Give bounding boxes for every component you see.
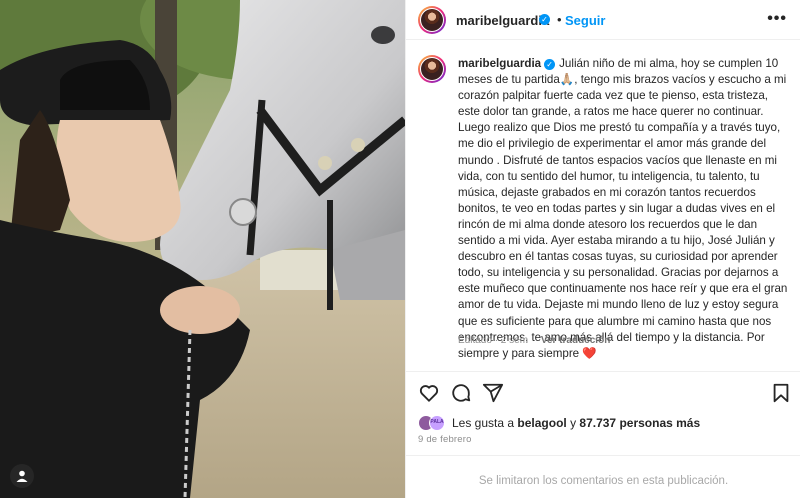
edited-timestamp: Editado · 2 sem: [458, 335, 529, 346]
caption-username[interactable]: maribelguardia: [458, 57, 541, 70]
photo-illustration: [0, 0, 405, 498]
post-caption: maribelguardia ✓ Julián niño de mi alma, h…: [458, 56, 793, 361]
liker-avatar: PALA: [429, 415, 445, 431]
user-tag-icon: [16, 470, 28, 482]
liker-username[interactable]: belagool: [517, 416, 566, 430]
likes-count[interactable]: 87.737 personas más: [579, 416, 700, 430]
heart-icon[interactable]: [418, 382, 440, 404]
see-translation-link[interactable]: Ver traducción: [541, 335, 610, 346]
user-tag-button[interactable]: [10, 464, 34, 488]
follow-button[interactable]: Seguir: [565, 13, 605, 28]
comment-icon[interactable]: [450, 382, 472, 404]
comments-limited-notice: Se limitaron los comentarios en esta pub…: [478, 475, 729, 487]
liker-avatars: PALA: [418, 415, 448, 431]
caption-text: Julián niño de mi alma, hoy se cumplen 1…: [458, 57, 788, 360]
more-options-icon[interactable]: •••: [767, 10, 787, 28]
post-photo[interactable]: [0, 0, 405, 498]
comments-area[interactable]: maribelguardia ✓ Julián niño de mi alma, h…: [406, 41, 800, 361]
post-header: maribelguardia ✓ • Seguir •••: [406, 0, 800, 40]
verified-badge-icon: ✓: [539, 14, 550, 25]
post-side-panel: maribelguardia ✓ • Seguir ••• maribelgua…: [405, 0, 800, 498]
comment-footer: Se limitaron los comentarios en esta pub…: [406, 455, 800, 498]
author-avatar[interactable]: [418, 6, 446, 34]
action-bar: [406, 371, 800, 411]
likes-summary[interactable]: PALA Les gusta a belagool y 87.737 perso…: [418, 414, 700, 432]
share-icon[interactable]: [482, 382, 504, 404]
post-date[interactable]: 9 de febrero: [418, 434, 472, 445]
caption-verified-badge-icon: ✓: [544, 59, 556, 70]
caption-author-avatar[interactable]: [418, 55, 446, 83]
author-username[interactable]: maribelguardia: [456, 13, 549, 28]
bookmark-icon[interactable]: [770, 382, 792, 404]
likes-text: Les gusta a belagool y 87.737 personas m…: [452, 416, 701, 430]
caption-meta: Editado · 2 sem Ver traducción: [458, 335, 610, 346]
separator-dot: •: [557, 12, 562, 27]
